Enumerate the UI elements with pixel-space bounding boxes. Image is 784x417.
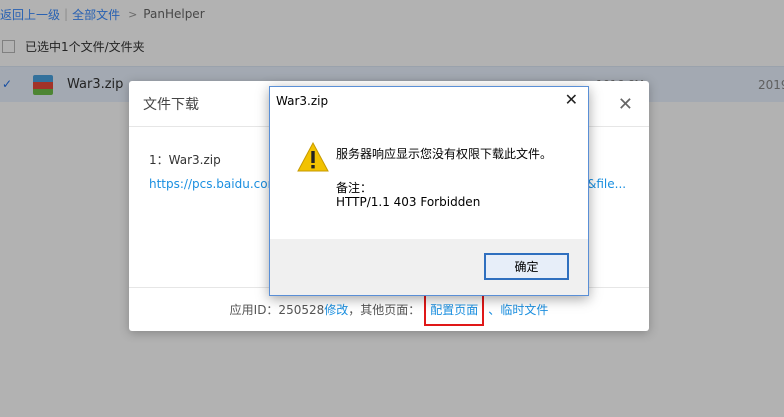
config-page-highlight: 配置页面 (424, 293, 485, 326)
error-message-box: War3.zip ✕ 服务器响应显示您没有权限下载此文件。 备注： HTTP/1… (269, 86, 589, 296)
note-detail: HTTP/1.1 403 Forbidden (336, 195, 481, 209)
message-box-title-bar: War3.zip (270, 87, 588, 115)
temp-files-link[interactable]: 临时文件 (500, 301, 548, 318)
download-link[interactable]: https://pcs.baidu.com (149, 177, 279, 191)
message-box-title: War3.zip (276, 94, 329, 108)
download-link-tail[interactable]: &file... (587, 177, 626, 191)
message-box-footer: 确定 (270, 239, 588, 295)
other-pages-label: ，其他页面： (348, 303, 421, 317)
config-page-link[interactable]: 配置页面 (430, 303, 478, 317)
download-dialog-title: 文件下载 (143, 96, 199, 113)
close-icon[interactable]: ✕ (565, 90, 578, 109)
footer-separator: 、 (488, 303, 501, 317)
download-item: 1：War3.zip (149, 153, 221, 167)
app-id-label: 应用ID：250528 (229, 303, 325, 317)
warning-icon (297, 142, 329, 172)
note-label: 备注： (336, 181, 373, 195)
error-message: 服务器响应显示您没有权限下载此文件。 (336, 147, 553, 161)
close-icon[interactable]: ✕ (618, 94, 633, 115)
ok-button[interactable]: 确定 (484, 253, 569, 280)
message-box-body: 服务器响应显示您没有权限下载此文件。 备注： HTTP/1.1 403 Forb… (270, 115, 588, 239)
modify-link[interactable]: 修改 (324, 301, 348, 318)
